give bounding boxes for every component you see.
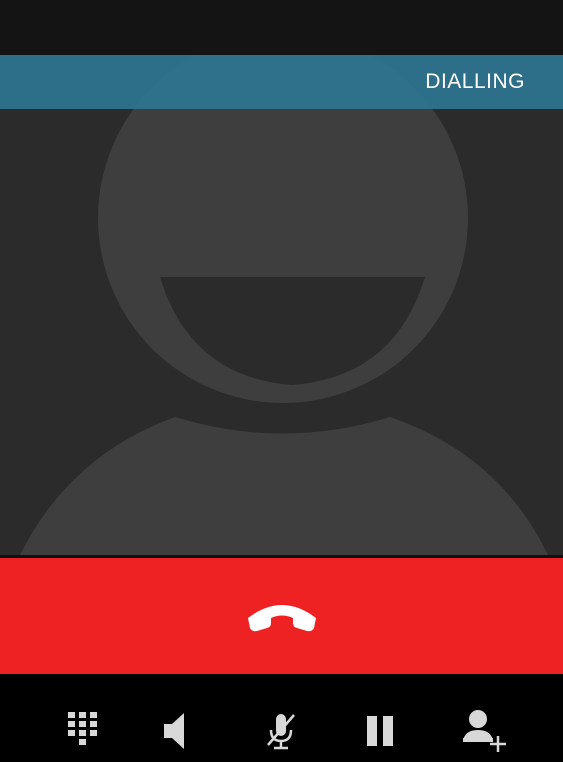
dialpad-icon [68, 712, 97, 745]
system-status-bar [0, 0, 563, 55]
call-status-label: DIALLING [425, 70, 525, 93]
mute-microphone-icon [267, 714, 295, 750]
call-status-banner: DIALLING [0, 55, 563, 109]
pause-icon [367, 716, 393, 746]
contact-photo-placeholder [0, 55, 563, 555]
dialpad-button[interactable] [58, 706, 108, 756]
speaker-icon [164, 713, 184, 749]
hang-up-handset-icon [247, 605, 316, 632]
speaker-button[interactable] [150, 706, 200, 756]
add-call-button[interactable] [458, 706, 508, 756]
call-screen: DIALLING [0, 0, 563, 762]
add-person-icon [463, 710, 506, 752]
mute-button[interactable] [256, 706, 306, 756]
default-avatar-icon [20, 55, 548, 555]
hold-button[interactable] [355, 706, 405, 756]
end-call-button[interactable] [0, 558, 563, 674]
